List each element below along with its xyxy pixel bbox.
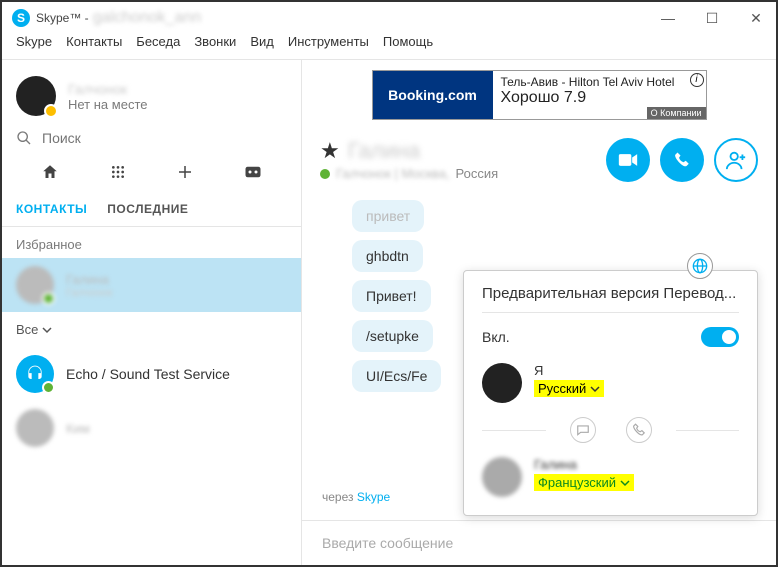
tab-contacts[interactable]: КОНТАКТЫ [16, 202, 87, 216]
popup-title: Предварительная версия Перевод... [482, 285, 739, 302]
chevron-down-icon [42, 325, 52, 335]
contact-name: Echo / Sound Test Service [66, 366, 230, 382]
maximize-button[interactable]: ☐ [702, 10, 722, 27]
section-favorites: Избранное [2, 227, 301, 258]
own-avatar [482, 363, 522, 403]
profile-row[interactable]: Галчонок Нет на месте [2, 60, 301, 126]
menu-skype[interactable]: Skype [16, 34, 52, 59]
titlebar-app: Skype™ - [36, 11, 89, 25]
status-away-icon [44, 104, 58, 118]
popup-them-name: Галина [534, 457, 634, 472]
main-panel: Booking.com Тель-Авив - Hilton Tel Aviv … [302, 60, 776, 565]
titlebar-user: galchonok_ann [93, 9, 202, 27]
close-button[interactable]: ✕ [746, 10, 766, 27]
own-avatar [16, 76, 56, 116]
ad-banner[interactable]: Booking.com Тель-Авив - Hilton Tel Aviv … [372, 70, 707, 120]
via-pre: через [322, 490, 357, 504]
chat-mode-icon[interactable] [570, 417, 596, 443]
menu-tools[interactable]: Инструменты [288, 34, 369, 59]
status-online-icon [42, 381, 55, 394]
chevron-down-icon [590, 384, 600, 394]
headset-icon [25, 364, 45, 384]
message-input[interactable]: Введите сообщение [302, 520, 776, 565]
their-language-value: Французский [538, 475, 616, 490]
menubar: Skype Контакты Беседа Звонки Вид Инструм… [2, 34, 776, 60]
contact-item[interactable]: Ким [2, 401, 301, 455]
status-online-icon [42, 292, 55, 305]
video-icon [618, 153, 638, 167]
chat-header: ★ Галина Галчонок | Москва, Россия [302, 130, 776, 190]
own-name: Галчонок [68, 81, 147, 97]
translator-popup: Предварительная версия Перевод... Вкл. Я… [463, 270, 758, 516]
contact-avatar [16, 409, 54, 447]
minimize-button[interactable]: — [658, 10, 678, 27]
their-language-dropdown[interactable]: Французский [534, 474, 634, 491]
own-status: Нет на месте [68, 97, 147, 112]
person-plus-icon [725, 149, 747, 171]
ad-info-icon[interactable]: i [690, 73, 704, 87]
toggle-label: Вкл. [482, 329, 510, 345]
chat-sub-blurred: Галчонок | Москва, [336, 166, 450, 181]
message-bubble: UI/Ecs/Fe [352, 360, 441, 392]
phone-icon [673, 151, 691, 169]
via-link[interactable]: Skype [357, 490, 390, 504]
contact-name: Ким [66, 421, 90, 436]
contact-name: Галина [66, 272, 113, 287]
tab-recent[interactable]: ПОСЛЕДНИЕ [107, 202, 188, 216]
voice-call-button[interactable] [660, 138, 704, 182]
add-icon[interactable] [175, 162, 195, 182]
contact-item-echo[interactable]: Echo / Sound Test Service [2, 347, 301, 401]
ad-line2: Хорошо 7.9 [501, 89, 698, 107]
menu-conversation[interactable]: Беседа [136, 34, 180, 59]
menu-contacts[interactable]: Контакты [66, 34, 122, 59]
home-icon[interactable] [40, 162, 60, 182]
bot-icon[interactable] [243, 162, 263, 182]
status-online-icon [320, 169, 330, 179]
menu-calls[interactable]: Звонки [194, 34, 236, 59]
my-language-value: Русский [538, 381, 586, 396]
ad-company[interactable]: О Компании [647, 107, 706, 119]
divider [482, 312, 739, 313]
echo-avatar [16, 355, 54, 393]
search-row[interactable] [2, 126, 301, 156]
message-bubble: /setupke [352, 320, 433, 352]
sidebar: Галчонок Нет на месте КОНТАКТЫ ПОСЛЕДНИЕ… [2, 60, 302, 565]
chat-title: Галина [348, 138, 420, 164]
skype-icon: S [12, 9, 30, 27]
contact-sub: Галчонок [66, 287, 113, 299]
menu-help[interactable]: Помощь [383, 34, 433, 59]
video-call-button[interactable] [606, 138, 650, 182]
contact-avatar [482, 457, 522, 497]
contact-item-selected[interactable]: Галина Галчонок [2, 258, 301, 312]
popup-me-label: Я [534, 363, 604, 378]
ad-brand: Booking.com [373, 71, 493, 119]
search-icon [16, 130, 32, 146]
favorite-star-icon[interactable]: ★ [320, 138, 340, 164]
message-bubble: Привет! [352, 280, 431, 312]
search-input[interactable] [42, 130, 287, 146]
chevron-down-icon [620, 478, 630, 488]
all-label: Все [16, 322, 38, 337]
contact-avatar [16, 266, 54, 304]
chat-location: Россия [456, 166, 499, 181]
all-dropdown[interactable]: Все [2, 312, 301, 347]
menu-view[interactable]: Вид [250, 34, 274, 59]
dialpad-icon[interactable] [108, 162, 128, 182]
call-mode-icon[interactable] [626, 417, 652, 443]
message-bubble: привет [352, 200, 424, 232]
toggle-switch[interactable] [701, 327, 739, 347]
add-contact-button[interactable] [714, 138, 758, 182]
ad-line1: Тель-Авив - Hilton Tel Aviv Hotel [501, 75, 698, 89]
my-language-dropdown[interactable]: Русский [534, 380, 604, 397]
globe-icon[interactable] [687, 253, 713, 279]
message-bubble: ghbdtn [352, 240, 423, 272]
titlebar: S Skype™ - galchonok_ann — ☐ ✕ [2, 2, 776, 34]
